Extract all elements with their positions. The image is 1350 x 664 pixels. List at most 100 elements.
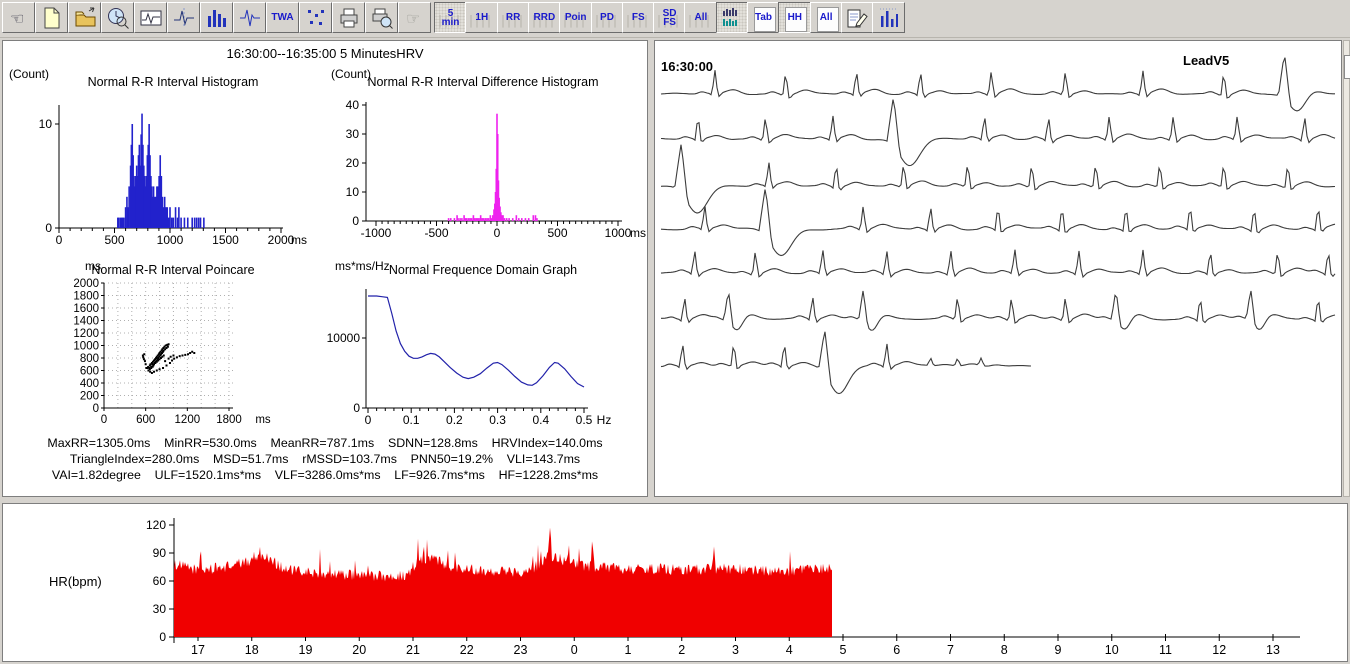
svg-text:0: 0: [494, 226, 501, 240]
svg-text:0: 0: [365, 413, 372, 427]
svg-text:17: 17: [191, 643, 205, 657]
toolbar-button-ecg-strip-icon[interactable]: [134, 2, 167, 33]
svg-text:1000: 1000: [605, 226, 632, 240]
ecg-strip-icon: [140, 10, 161, 25]
freq-domain-title: Normal Frequence Domain Graph: [388, 263, 578, 277]
toolbar-button-print-icon[interactable]: [332, 2, 365, 33]
svg-text:21: 21: [406, 643, 420, 657]
svg-text:12: 12: [1212, 643, 1226, 657]
toolbar-button-open-file-icon[interactable]: [68, 2, 101, 33]
frequency-domain-chart: 0 0.1 0.2 0.3 0.4 0.5 Hz 0 10000: [327, 289, 611, 427]
svg-text:5: 5: [840, 643, 847, 657]
svg-text:0: 0: [56, 233, 63, 247]
svg-text:23: 23: [514, 643, 528, 657]
toolbar-button-select-hand-icon[interactable]: ☜: [2, 2, 35, 33]
svg-text:0: 0: [159, 630, 166, 644]
svg-text:60: 60: [153, 574, 167, 588]
svg-text:0: 0: [352, 214, 359, 228]
svg-text:800: 800: [80, 353, 99, 365]
svg-text:10: 10: [39, 117, 53, 131]
toolbar-button-new-file-icon[interactable]: [35, 2, 68, 33]
svg-text:11: 11: [1159, 643, 1172, 657]
button-label: RR: [505, 12, 521, 23]
report-edit-icon: [847, 9, 869, 27]
button-label: 5 min: [441, 7, 460, 28]
poincare-chart: 20001800160014001200100080060040020000 60…: [73, 278, 271, 426]
beat-template-icon: [173, 7, 194, 28]
ecg-traces: [660, 57, 1336, 395]
toolbar-button-print-preview-icon[interactable]: [365, 2, 398, 33]
svg-text:1000: 1000: [73, 341, 99, 353]
button-label: Poin: [564, 12, 587, 23]
rr-diff-histogram-title: Normal R-R Interval Difference Histogram: [367, 75, 599, 89]
svg-text:1800: 1800: [216, 414, 242, 426]
svg-text:3: 3: [732, 643, 739, 657]
svg-text:0: 0: [93, 403, 99, 415]
svg-text:0: 0: [45, 221, 52, 235]
svg-text:8: 8: [1001, 643, 1008, 657]
view-button-pd[interactable]: PD: [590, 2, 624, 33]
svg-text:ms: ms: [291, 233, 307, 247]
view-button-tab[interactable]: Tab: [747, 2, 780, 33]
view-button-rr[interactable]: RR: [496, 2, 530, 33]
toolbar-button-beat-template-icon[interactable]: [167, 2, 200, 33]
svg-text:0: 0: [101, 414, 107, 426]
histogram-icon: [207, 9, 226, 27]
toolbar-button-hand-disabled-icon[interactable]: ☞: [398, 2, 431, 33]
view-button-all[interactable]: All: [684, 2, 718, 33]
view-button-poin[interactable]: Poin: [559, 2, 593, 33]
toolbar-button-twa[interactable]: TWA: [266, 2, 299, 33]
svg-text:1500: 1500: [212, 233, 239, 247]
svg-text:0: 0: [353, 401, 360, 415]
svg-text:500: 500: [547, 226, 567, 240]
svg-text:ms: ms: [630, 226, 646, 240]
view-button-rrd[interactable]: RRD: [527, 2, 561, 33]
toolbar-button-clock-search-icon[interactable]: [101, 2, 134, 33]
ecg-waveform-panel: 16:30:00 LeadV5: [654, 40, 1342, 497]
hrv-header: 16:30:00--16:35:00 5 MinutesHRV: [226, 46, 424, 61]
ecg-scrollbar[interactable]: [1343, 40, 1350, 497]
button-label: 1H: [475, 12, 489, 23]
view-button-sdfs[interactable]: SD FS: [653, 2, 687, 33]
view-button-5min[interactable]: 5 min: [434, 2, 467, 33]
svg-text:☞: ☞: [406, 11, 420, 28]
svg-text:400: 400: [80, 378, 99, 390]
toolbar-button-histogram-icon[interactable]: [200, 2, 233, 33]
button-label: RRD: [533, 12, 556, 23]
svg-text:1600: 1600: [73, 303, 99, 315]
button-label: PD: [600, 12, 614, 23]
toolbar-button-poincare-icon[interactable]: [299, 2, 332, 33]
hr-trend-panel: HR(bpm) 0 30 60 90 120 17 18 19 20 21 22 23 0 1 2 3 4 5 6 7…: [2, 503, 1348, 662]
stats-row-3: VAI=1.82degree ULF=1520.1ms*ms VLF=3286.…: [51, 468, 599, 482]
view-button-fs[interactable]: FS: [621, 2, 655, 33]
hand-disabled-icon: ☞: [406, 11, 420, 28]
svg-text:500: 500: [104, 233, 124, 247]
toolbar-button-qrs-wave-icon[interactable]: [233, 2, 266, 33]
svg-text:90: 90: [153, 546, 167, 560]
button-label: All: [694, 12, 708, 23]
svg-text:20: 20: [346, 156, 360, 170]
toolbar: ☜ TWA ☞ 5 min 1H RR RRD Poin PD FS SD FS All Tab HH Al…: [0, 0, 1350, 38]
svg-text:0.3: 0.3: [489, 413, 506, 427]
rr-histogram-ylabel: (Count): [9, 67, 50, 81]
svg-text:4: 4: [786, 643, 793, 657]
new-file-icon: [44, 7, 59, 28]
svg-text:0: 0: [571, 643, 578, 657]
svg-text:-500: -500: [424, 226, 448, 240]
svg-text:0.5: 0.5: [576, 413, 593, 427]
view-button-report-edit-icon[interactable]: [840, 2, 874, 33]
trend-bars-icon: [879, 8, 898, 27]
view-button-trend-bars-icon[interactable]: [872, 2, 906, 33]
svg-text:10: 10: [346, 185, 360, 199]
view-button-all[interactable]: All: [809, 2, 843, 33]
ecg-scrollbar-thumb[interactable]: [1344, 55, 1350, 79]
svg-text:20: 20: [352, 643, 366, 657]
open-file-icon: [75, 7, 95, 26]
hr-trend-chart: 030609012017 18 19 20 21 22 23 0 1 2 3 4 5 6 7 8 9 10 11 12…: [146, 518, 1300, 657]
view-button-teal-histogram-icon[interactable]: [715, 2, 749, 33]
view-button-hh[interactable]: HH: [778, 2, 812, 33]
svg-text:600: 600: [80, 366, 99, 378]
rr-interval-difference-histogram-chart: -1000 -500 0 500 1000ms 0 10 20 30 40: [346, 98, 646, 240]
view-button-1h[interactable]: 1H: [465, 2, 499, 33]
svg-text:1200: 1200: [175, 414, 201, 426]
